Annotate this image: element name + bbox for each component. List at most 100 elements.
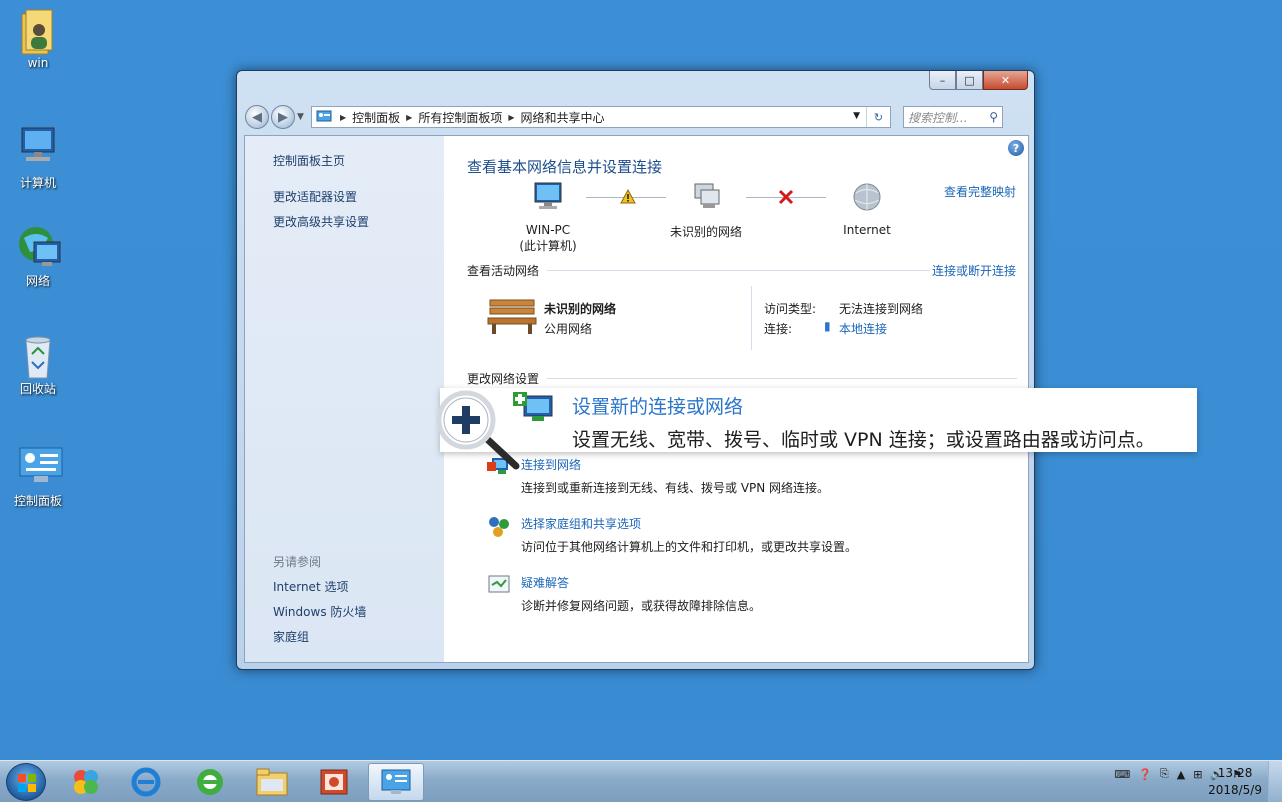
ethernet-plug-icon: ▮	[824, 319, 831, 333]
breadcrumb-control-panel[interactable]: 控制面板	[352, 109, 400, 126]
computer-icon	[534, 182, 562, 209]
task-link-connect-to-network[interactable]: 连接到网络	[521, 456, 581, 473]
back-arrow-icon: ◀	[252, 109, 262, 125]
desktop-icon-label: 控制面板	[13, 494, 62, 508]
sidebar-link-homegroup[interactable]: 家庭组	[273, 628, 309, 645]
windows-logo-icon	[18, 774, 36, 792]
network-tray-icon[interactable]: ⊞	[1193, 768, 1202, 781]
network-sharing-center-window: – □ ✕ ◀ ▶ ▼ ▶ 控制面板 ▶ 所有控制面板项 ▶ 网络和共享中心 ▼…	[236, 70, 1035, 670]
task-link-troubleshoot[interactable]: 疑难解答	[521, 574, 569, 591]
change-settings-heading: 更改网络设置	[467, 372, 540, 386]
access-type-value: 无法连接到网络	[839, 302, 924, 316]
control-panel-icon	[16, 444, 63, 488]
start-button[interactable]	[6, 763, 46, 801]
warning-icon	[620, 189, 636, 204]
show-hidden-icons[interactable]: ▲	[1177, 768, 1185, 781]
desktop-icon-network[interactable]: 网络	[8, 224, 68, 289]
sidebar-link-windows-firewall[interactable]: Windows 防火墙	[273, 603, 366, 620]
sidebar-link-internet-options[interactable]: Internet 选项	[273, 578, 348, 595]
public-network-bench-icon	[487, 299, 537, 334]
breadcrumb-network-center[interactable]: 网络和共享中心	[521, 109, 605, 126]
user-folder-icon	[16, 8, 60, 55]
magnifier-zoom-icon	[436, 390, 520, 470]
see-full-map-link[interactable]: 查看完整映射	[944, 183, 1016, 200]
recycle-bin-icon	[16, 332, 60, 379]
sidebar-link-control-panel-home[interactable]: 控制面板主页	[273, 152, 345, 169]
green-browser-icon	[197, 769, 223, 795]
breadcrumb-separator-icon[interactable]: ▶	[406, 113, 412, 122]
task-desc-setup-new-connection: 设置无线、宽带、拨号、临时或 VPN 连接；或设置路由器或访问点。	[572, 429, 1155, 451]
pc-subtitle: (此计算机)	[519, 239, 577, 253]
active-networks-heading: 查看活动网络	[467, 264, 540, 278]
internet-explorer-icon	[131, 767, 161, 797]
pc-name: WIN-PC	[525, 223, 571, 237]
taskbar-app-browser-green[interactable]	[182, 763, 238, 801]
show-desktop-button[interactable]	[1268, 761, 1282, 802]
address-bar[interactable]: ▶ 控制面板 ▶ 所有控制面板项 ▶ 网络和共享中心 ▼ ↻	[311, 106, 891, 128]
active-network-type-link[interactable]: 公用网络	[544, 320, 592, 337]
task-desc-connect: 连接到或重新连接到无线、有线、拨号或 VPN 网络连接。	[521, 481, 830, 495]
forward-arrow-icon: ▶	[278, 109, 288, 125]
search-placeholder: 搜索控制...	[908, 110, 968, 125]
network-device-icon	[694, 183, 720, 208]
see-also-heading: 另请参阅	[273, 555, 322, 569]
desktop-icon-control-panel[interactable]: 控制面板	[8, 444, 68, 509]
task-link-setup-new-connection[interactable]: 设置新的连接或网络	[572, 392, 743, 419]
control-panel-small-icon	[316, 110, 332, 122]
folder-icon	[256, 768, 288, 796]
breadcrumb-separator-icon[interactable]: ▶	[508, 113, 514, 122]
task-sidebar: 控制面板主页 更改适配器设置 更改高级共享设置 另请参阅 Internet 选项…	[245, 136, 444, 662]
sidebar-link-advanced-sharing[interactable]: 更改高级共享设置	[273, 213, 369, 230]
forward-button[interactable]: ▶	[271, 105, 295, 129]
refresh-button[interactable]: ↻	[866, 107, 890, 127]
help-icon[interactable]: ?	[1008, 140, 1024, 156]
back-button[interactable]: ◀	[245, 105, 269, 129]
window-controls: – □ ✕	[929, 71, 1028, 90]
desktop-icon-recycle-bin[interactable]: 回收站	[8, 332, 68, 397]
breadcrumb-all-items[interactable]: 所有控制面板项	[418, 109, 502, 126]
network-globe-icon	[16, 224, 61, 268]
help-tray-icon[interactable]: ❓	[1138, 768, 1152, 781]
taskbar-app-color-balls[interactable]	[58, 763, 114, 801]
page-title: 查看基本网络信息并设置连接	[467, 158, 663, 176]
local-connection-link[interactable]: 本地连接	[839, 320, 887, 337]
taskbar-app-presentation[interactable]	[306, 763, 362, 801]
minimize-button[interactable]: –	[929, 71, 956, 90]
search-input[interactable]: 搜索控制... ⚲	[903, 106, 1003, 128]
map-node-this-pc[interactable]: WIN-PC (此计算机)	[510, 182, 586, 254]
close-button[interactable]: ✕	[983, 71, 1028, 90]
search-icon[interactable]: ⚲	[989, 110, 998, 124]
taskbar-app-file-explorer[interactable]	[244, 763, 300, 801]
active-network-name: 未识别的网络	[544, 302, 617, 316]
taskbar-app-control-panel[interactable]	[368, 763, 424, 801]
magnified-setup-connection-task[interactable]: 设置新的连接或网络 设置无线、宽带、拨号、临时或 VPN 连接；或设置路由器或访…	[440, 388, 1197, 452]
clock-date: 2018/5/9	[1208, 783, 1262, 797]
navigation-bar: ◀ ▶ ▼ ▶ 控制面板 ▶ 所有控制面板项 ▶ 网络和共享中心 ▼ ↻ 搜索控…	[245, 104, 1026, 130]
presentation-app-icon	[320, 769, 348, 795]
desktop-icon-win[interactable]: win	[8, 8, 68, 70]
refresh-icon: ↻	[873, 110, 884, 124]
address-dropdown-icon[interactable]: ▼	[853, 111, 860, 121]
maximize-button[interactable]: □	[956, 71, 983, 90]
internet-label: Internet	[843, 223, 891, 237]
task-link-homegroup-sharing[interactable]: 选择家庭组和共享选项	[521, 515, 641, 532]
unidentified-network-label: 未识别的网络	[669, 225, 742, 239]
desktop-icon-label: win	[27, 56, 49, 70]
access-type-label: 访问类型:	[764, 302, 817, 316]
desktop-icon-computer[interactable]: 计算机	[8, 126, 68, 191]
taskbar: ⌨ ❓ ⎘ ▲ ⊞ 🔊 ⚑ 13:28 2018/5/9	[0, 760, 1282, 802]
breadcrumb-separator-icon: ▶	[340, 112, 347, 122]
task-desc-homegroup: 访问位于其他网络计算机上的文件和打印机，或更改共享设置。	[521, 540, 858, 554]
desktop-icon-label: 网络	[25, 274, 50, 288]
map-node-internet[interactable]: Internet	[834, 182, 900, 237]
keyboard-icon[interactable]: ⌨	[1114, 768, 1130, 781]
ime-icon[interactable]: ⎘	[1160, 767, 1169, 781]
app-colorful-icon	[74, 770, 98, 794]
clock[interactable]: 13:28 2018/5/9	[1208, 765, 1262, 799]
taskbar-app-ie[interactable]	[118, 763, 174, 801]
connect-disconnect-link[interactable]: 连接或断开连接	[932, 262, 1016, 279]
desktop-icon-label: 计算机	[19, 176, 56, 190]
history-dropdown-icon[interactable]: ▼	[297, 112, 307, 122]
sidebar-link-adapter-settings[interactable]: 更改适配器设置	[273, 188, 357, 205]
map-node-unidentified-network[interactable]: 未识别的网络	[666, 182, 746, 240]
